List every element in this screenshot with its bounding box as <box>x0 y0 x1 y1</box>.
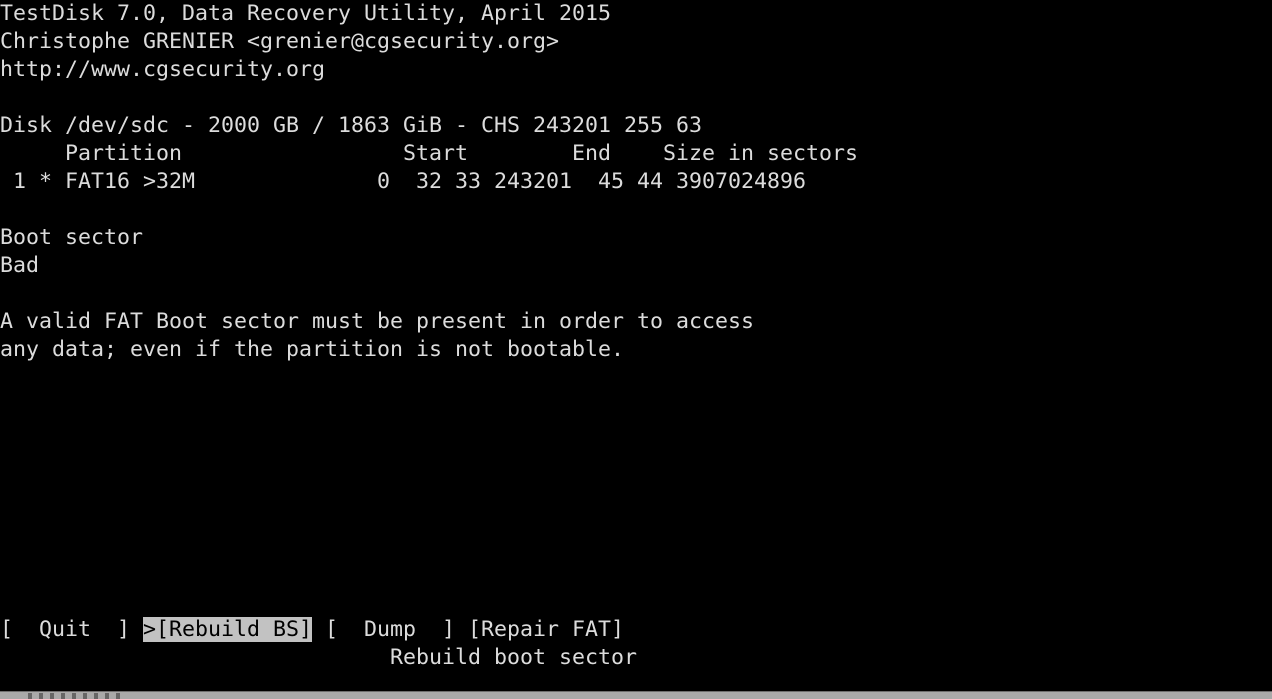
spacer-line-1 <box>0 84 13 112</box>
spacer-line-2 <box>0 196 13 224</box>
menu-item-rebuild-bs[interactable]: >[Rebuild BS] <box>143 617 313 642</box>
menu-hint-text: Rebuild boot sector <box>390 645 638 670</box>
disk-summary-line: Disk /dev/sdc - 2000 GB / 1863 GiB - CHS… <box>0 113 703 138</box>
selection-marker-icon: > <box>143 617 157 642</box>
boot-sector-status: Bad <box>0 253 40 278</box>
menu-hint-line: Rebuild boot sector <box>0 644 637 672</box>
message-line-2: any data; even if the partition is not b… <box>0 337 625 362</box>
menu-item-rebuild-bs-label: [Rebuild BS] <box>156 617 313 642</box>
app-title-line: TestDisk 7.0, Data Recovery Utility, Apr… <box>0 1 612 26</box>
menu-item-quit[interactable]: [ Quit ] <box>0 617 143 642</box>
spacer-line-3 <box>0 280 13 308</box>
terminal-text-area: TestDisk 7.0, Data Recovery Utility, Apr… <box>0 0 1272 693</box>
taskbar-items-sliver[interactable] <box>28 693 120 699</box>
app-website-line: http://www.cgsecurity.org <box>0 57 326 82</box>
menu-bar: [ Quit ] >[Rebuild BS] [ Dump ] [Repair … <box>0 616 624 644</box>
menu-hint-indent <box>0 645 390 670</box>
message-line-1: A valid FAT Boot sector must be present … <box>0 309 755 334</box>
testdisk-terminal-screen: TestDisk 7.0, Data Recovery Utility, Apr… <box>0 0 1272 699</box>
partition-table-header: Partition Start End Size in sectors <box>0 141 859 166</box>
desktop-taskbar-sliver[interactable] <box>0 691 1272 699</box>
app-author-line: Christophe GRENIER <grenier@cgsecurity.o… <box>0 29 560 54</box>
menu-items-dump-repair[interactable]: [ Dump ] [Repair FAT] <box>312 617 624 642</box>
table-row[interactable]: 1 * FAT16 >32M 0 32 33 243201 45 44 3907… <box>0 168 806 196</box>
boot-sector-label: Boot sector <box>0 225 144 250</box>
